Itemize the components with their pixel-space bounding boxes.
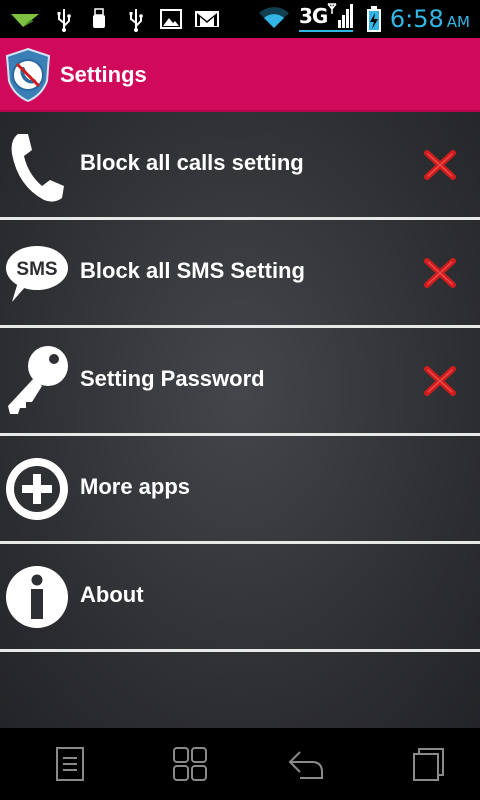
info-icon [6,566,68,628]
back-icon[interactable] [286,746,326,782]
list-item-about[interactable]: About [0,544,480,652]
list-item-label: About [80,582,144,607]
wifi-icon [259,7,289,28]
usb-icon [57,9,71,32]
page-title: Settings [60,62,147,87]
list-item-label: Setting Password [80,366,265,391]
shield-blocked-phone-icon[interactable] [4,47,52,103]
home-grid-icon[interactable] [170,746,210,782]
network-type: 3G [299,4,328,28]
list-item-block-sms[interactable]: SMS Block all SMS Setting [0,220,480,328]
signal-icon [327,3,353,28]
red-x-icon[interactable] [424,366,456,396]
network-activity-bar [299,30,353,32]
gmail-icon [195,11,219,27]
list-item-more-apps[interactable]: More apps [0,436,480,544]
list-item-label: More apps [80,474,191,499]
clock: 6:58 AM [390,5,470,33]
image-icon [160,9,182,29]
battery-charging-icon [367,6,381,32]
menu-icon[interactable] [50,746,90,782]
sms-icon-text: SMS [16,259,57,280]
status-bar: 3G 6:58 AM [0,0,480,38]
action-bar: Settings [0,38,480,112]
list-item-label: Block all SMS Setting [80,258,305,283]
red-x-icon[interactable] [424,258,456,288]
clock-ampm: AM [446,13,470,31]
list-item-block-calls[interactable]: Block all calls setting [0,112,480,220]
plus-circle-icon [6,458,68,520]
divider [0,649,480,652]
key-icon [8,346,68,414]
settings-list: Block all calls setting SMS Block all SM… [0,112,480,728]
phone-icon [11,134,65,202]
red-x-icon[interactable] [424,150,456,180]
navigation-bar [0,728,480,800]
sms-bubble-icon: SMS [6,246,68,302]
usb-stick-icon [93,8,105,28]
app-notification-icon [11,14,39,27]
usb-icon [129,9,143,32]
list-item-label: Block all calls setting [80,150,304,175]
recent-apps-icon[interactable] [408,746,448,782]
list-item-setting-password[interactable]: Setting Password [0,328,480,436]
clock-time: 6:58 [389,5,444,33]
